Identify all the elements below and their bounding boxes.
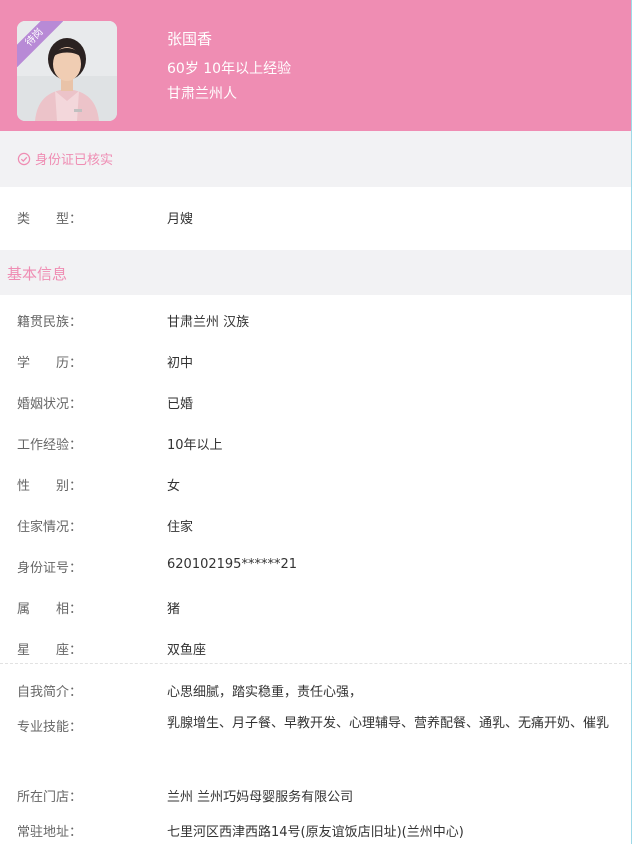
info-label: 常驻地址： [17,825,83,840]
info-label: 属 相： [17,602,83,617]
info-value: 女 [167,479,181,494]
check-circle-icon [17,152,31,166]
hometown: 甘肃兰州人 [167,86,237,102]
info-value: 初中 [167,356,194,371]
type-value: 月嫂 [167,212,194,227]
skills-value: 乳腺增生、月子餐、早教开发、心理辅导、营养配餐、通乳、无痛开奶、催乳 [167,716,610,731]
info-label: 工作经验： [17,438,83,453]
age-experience: 60岁 10年以上经验 [167,61,292,77]
info-value: 10年以上 [167,438,223,453]
info-value: 心思细腻，踏实稳重，责任心强， [167,685,363,700]
type-label: 类 型： [17,212,83,227]
info-label: 所在门店： [17,790,83,805]
info-label: 籍贯民族： [17,315,83,330]
info-label: 自我简介： [17,685,83,700]
info-value: 兰州 兰州巧妈母婴服务有限公司 [167,790,354,805]
caregiver-profile-page: 待岗 张国香 60岁 10年以上经验 甘肃兰州人 身份证已核实 类 型： 月嫂 … [0,0,632,844]
divider [0,663,631,664]
info-label: 婚姻状况： [17,397,83,412]
section-title: 基本信息 [7,265,68,283]
info-value: 双鱼座 [167,643,207,658]
basic-info-header [0,250,631,295]
info-label: 身份证号： [17,561,83,576]
info-label: 住家情况： [17,520,83,535]
info-value: 猪 [167,602,181,617]
type-row [0,187,631,250]
info-value: 住家 [167,520,194,535]
caregiver-name: 张国香 [167,30,213,48]
info-value: 620102195******21 [167,557,297,572]
info-value: 甘肃兰州 汉族 [167,315,250,330]
status-badge: 待岗 [17,21,63,67]
info-value: 七里河区西津西路14号(原友谊饭店旧址)(兰州中心) [167,825,464,840]
info-label: 学 历： [17,356,83,371]
info-label: 性 别： [17,479,83,494]
id-verified-text: 身份证已核实 [35,153,114,168]
info-value: 已婚 [167,397,194,412]
info-label: 星 座： [17,643,83,658]
info-label: 专业技能： [17,720,83,735]
